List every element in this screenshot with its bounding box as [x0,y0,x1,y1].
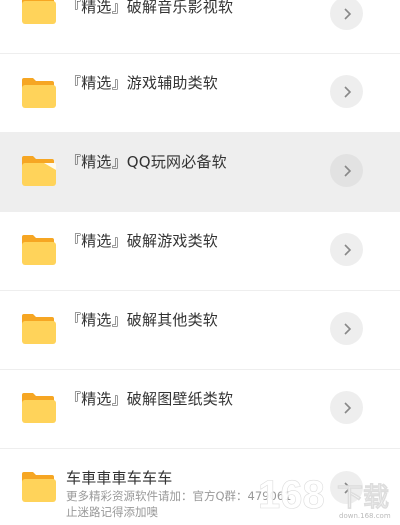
list-item[interactable]: 『精选』游戏辅助类软 [0,54,400,133]
folder-icon [20,470,56,502]
watermark-suffix: 下载 [337,483,389,513]
folder-list: 『精选』破解音乐影视软 『精选』游戏辅助类软 『精选』QQ玩网必备软 『精选』破… [0,0,400,521]
watermark-site: down.168.com [339,512,391,520]
chevron-right-icon[interactable] [330,391,363,424]
list-item[interactable]: 『精选』破解游戏类软 [0,212,400,291]
site-watermark: 168 下载 down.168.com [255,466,400,521]
folder-icon [20,312,56,344]
folder-icon [20,154,56,186]
list-item[interactable]: 『精选』破解图壁纸类软 [0,370,400,449]
chevron-right-icon[interactable] [330,0,363,30]
chevron-right-icon[interactable] [330,154,363,187]
list-item[interactable]: 『精选』QQ玩网必备软 [0,133,400,212]
folder-icon [20,391,56,423]
watermark-brand: 168 [258,473,325,517]
folder-icon [20,0,56,24]
item-label: 『精选』QQ玩网必备软 [66,153,227,171]
item-label: 车車車車车车车 [66,469,173,487]
item-label: 『精选』破解其他类软 [66,311,219,329]
folder-icon [20,76,56,108]
list-item[interactable]: 『精选』破解其他类软 [0,291,400,370]
chevron-right-icon[interactable] [330,312,363,345]
item-label: 『精选』破解图壁纸类软 [66,390,234,408]
folder-icon [20,233,56,265]
list-item[interactable]: 『精选』破解音乐影视软 [0,0,400,54]
chevron-right-icon[interactable] [330,75,363,108]
item-label: 『精选』游戏辅助类软 [66,74,219,92]
item-label: 『精选』破解游戏类软 [66,232,219,250]
chevron-right-icon[interactable] [330,233,363,266]
item-label: 『精选』破解音乐影视软 [66,0,234,16]
